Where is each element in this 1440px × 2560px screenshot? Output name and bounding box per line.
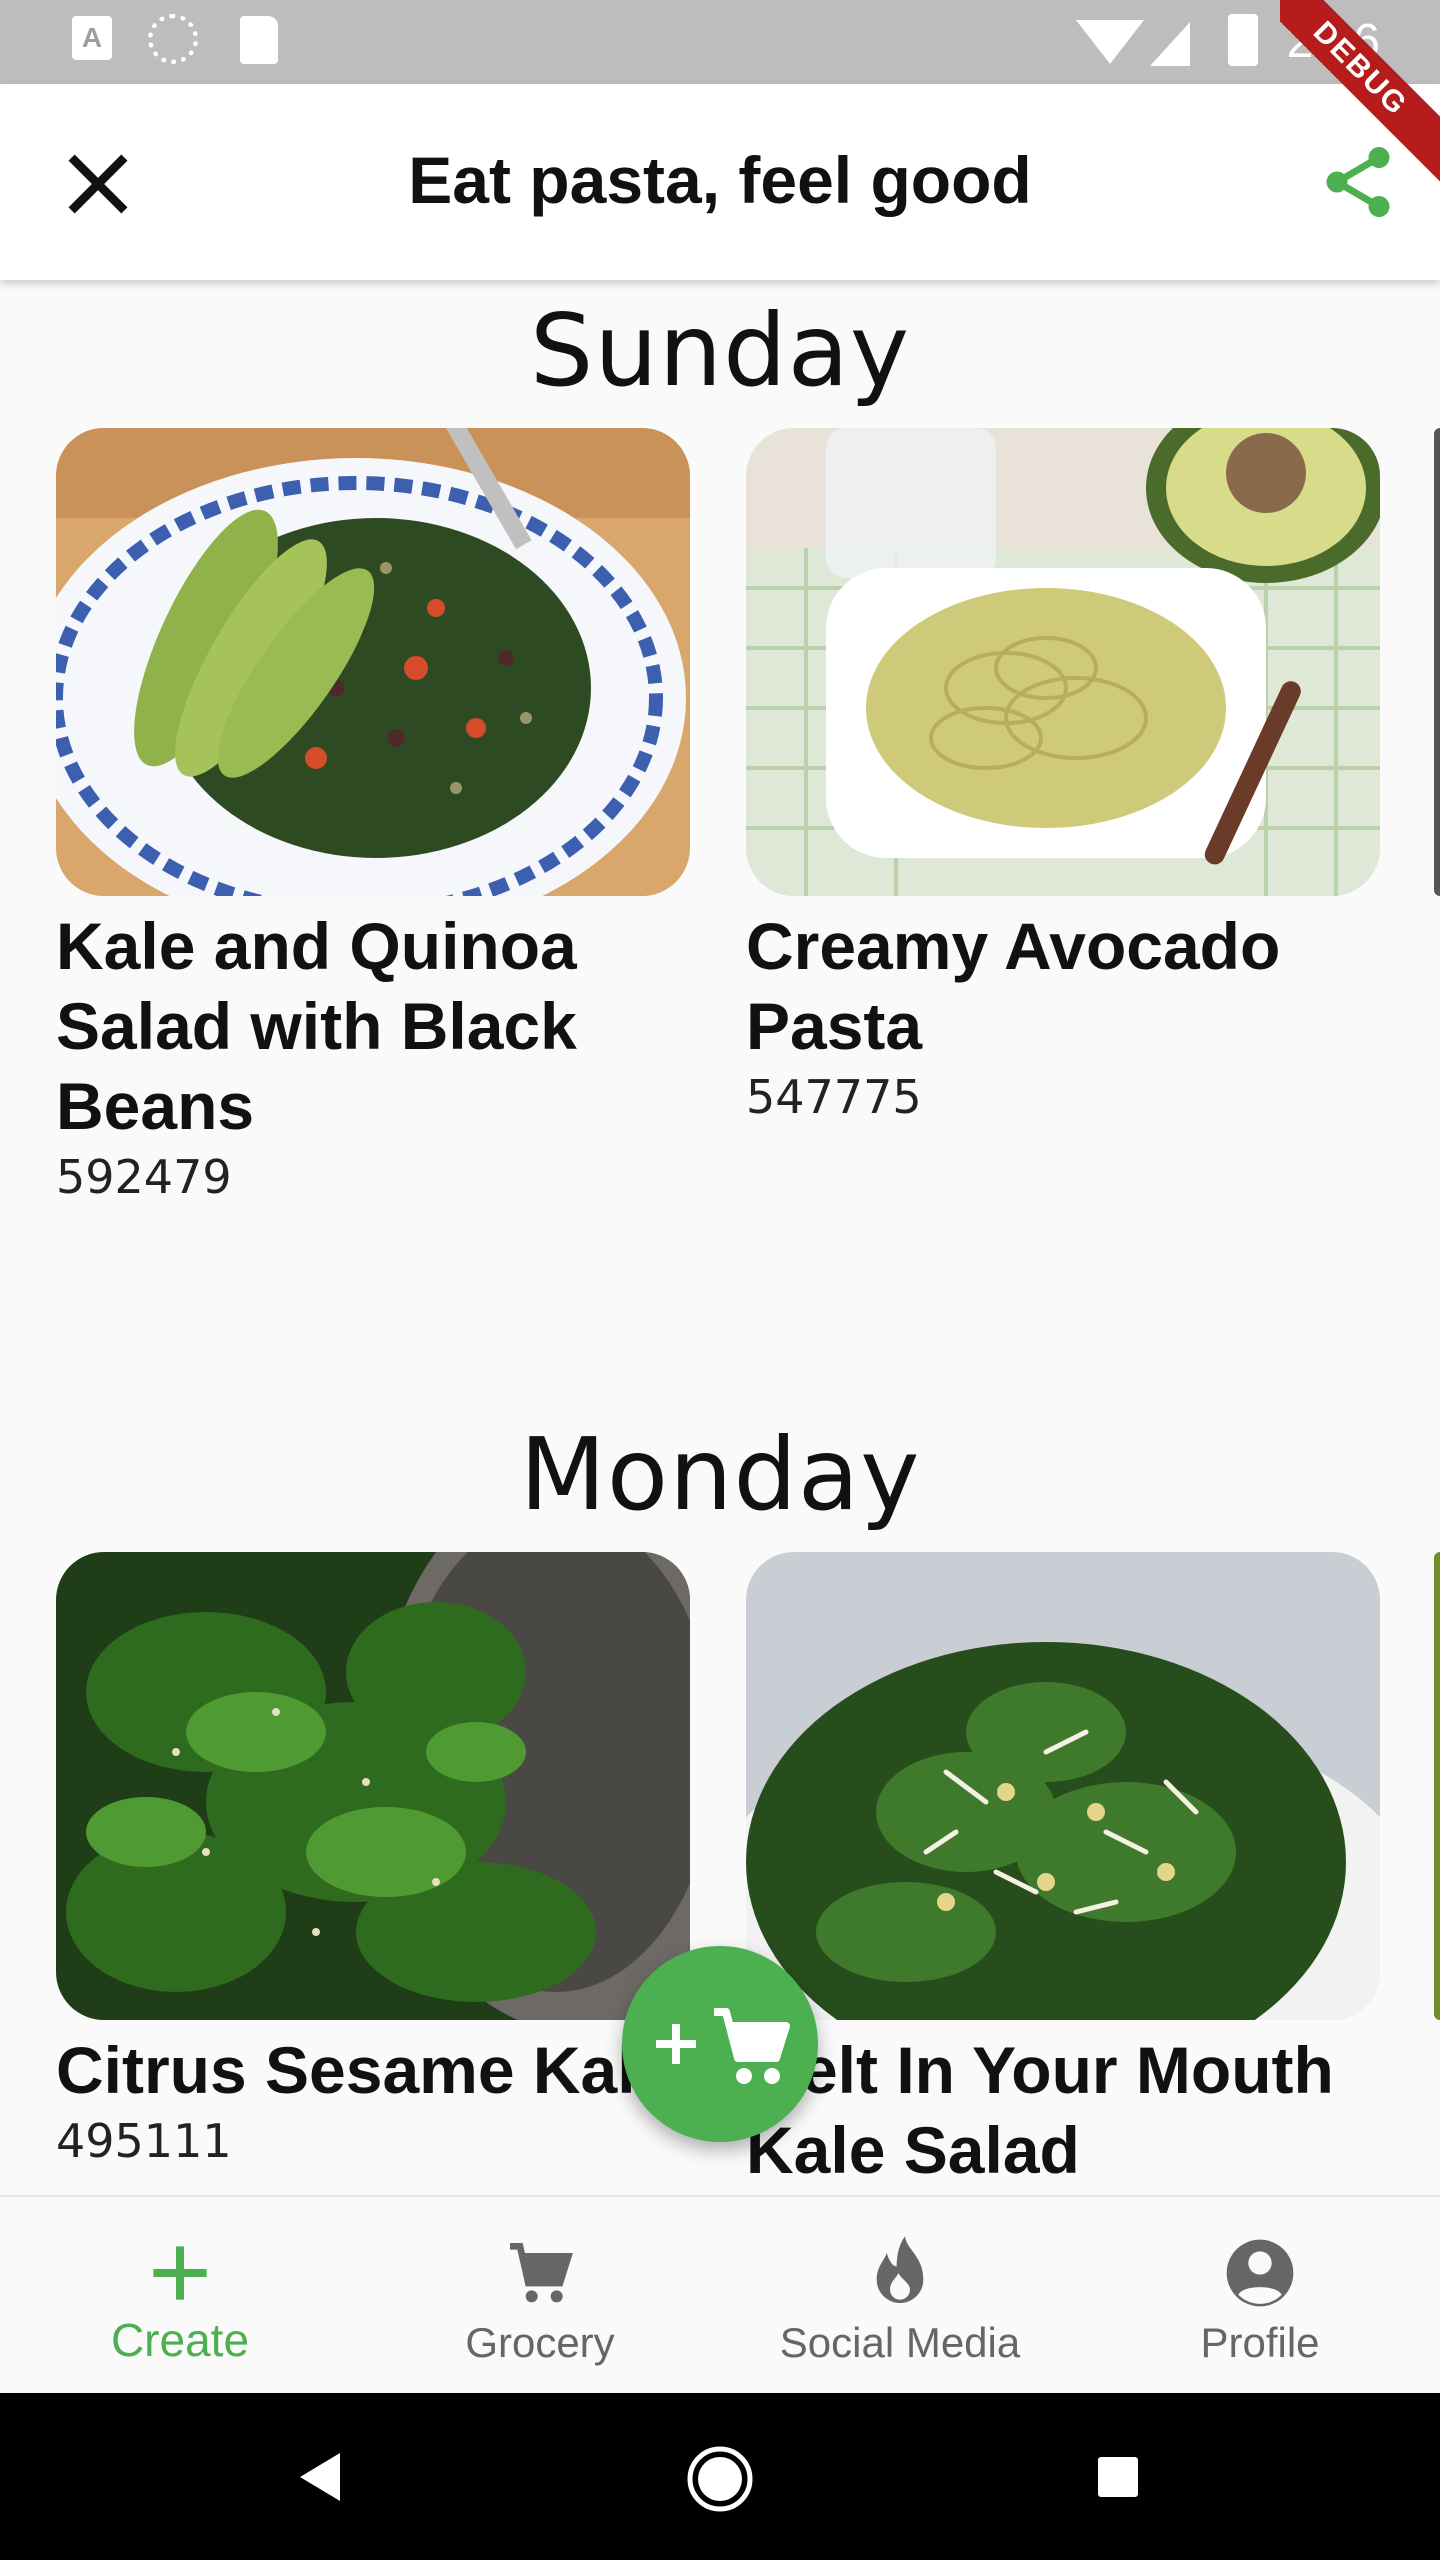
recipe-id: 495111 [56, 2114, 232, 2168]
back-icon[interactable] [296, 2449, 346, 2505]
flame-icon [876, 2236, 924, 2303]
day-title: Monday [519, 1416, 921, 1533]
bottom-navigation: Create Grocery Social Media Profile [0, 2195, 1440, 2393]
battery-icon [1228, 14, 1258, 66]
sd-card-icon [240, 16, 278, 64]
recipe-image [56, 428, 690, 896]
home-icon[interactable] [686, 2445, 754, 2513]
account-circle-icon [1226, 2239, 1294, 2307]
debug-label: DEBUG [1280, 0, 1440, 192]
app-bar: Eat pasta, feel good [0, 84, 1440, 280]
text-notification-icon: A [72, 16, 112, 60]
add-shopping-cart-icon [656, 2008, 790, 2084]
cart-icon [510, 2243, 573, 2303]
nav-grocery[interactable]: Grocery [360, 2197, 720, 2395]
recipe-id: 547775 [746, 1070, 922, 1124]
recipe-title: Melt In Your Mouth Kale Salad [746, 2033, 1334, 2187]
next-card-peek [1434, 1552, 1440, 2020]
add-to-cart-button[interactable] [622, 1946, 818, 2142]
recipe-card[interactable]: Citrus Sesame Kale 495111 [56, 1552, 690, 2168]
recipe-title: Creamy Avocado Pasta [746, 909, 1281, 1063]
next-card-peek [1434, 428, 1440, 896]
recipe-image [746, 428, 1380, 896]
nav-label: Social Media [779, 2319, 1021, 2366]
recipe-id: 592479 [56, 1150, 232, 1204]
page-title: Eat pasta, feel good [408, 143, 1032, 217]
recipe-title: Citrus Sesame Kale [56, 2033, 673, 2107]
recipe-card[interactable]: Creamy Avocado Pasta 547775 [746, 428, 1380, 1124]
signal-icon [1150, 22, 1190, 66]
sync-icon [148, 14, 198, 64]
recipe-title: Kale and Quinoa Salad with Black Beans [56, 909, 577, 1143]
nav-label: Grocery [465, 2319, 615, 2366]
wifi-icon [1076, 20, 1144, 64]
status-bar: A 2:26 [0, 0, 1440, 84]
recents-icon[interactable] [1096, 2455, 1140, 2499]
system-navigation-bar [0, 2393, 1440, 2560]
nav-social-media[interactable]: Social Media [720, 2197, 1080, 2395]
nav-label: Profile [1200, 2319, 1320, 2366]
plus-icon [153, 2246, 207, 2300]
day-title: Sunday [529, 292, 911, 409]
meal-plan-list[interactable]: Sunday Kale and Quinoa Salad with Black … [0, 280, 1440, 2195]
recipe-card[interactable]: Kale and Quinoa Salad with Black Beans 5… [56, 428, 690, 1204]
debug-banner: DEBUG [1280, 0, 1440, 200]
recipe-card[interactable]: Melt In Your Mouth Kale Salad [746, 1552, 1380, 2194]
recipe-image [746, 1552, 1380, 2020]
nav-create[interactable]: Create [0, 2197, 360, 2395]
nav-label: Create [110, 2314, 250, 2366]
nav-profile[interactable]: Profile [1080, 2197, 1440, 2395]
recipe-image [56, 1552, 690, 2020]
